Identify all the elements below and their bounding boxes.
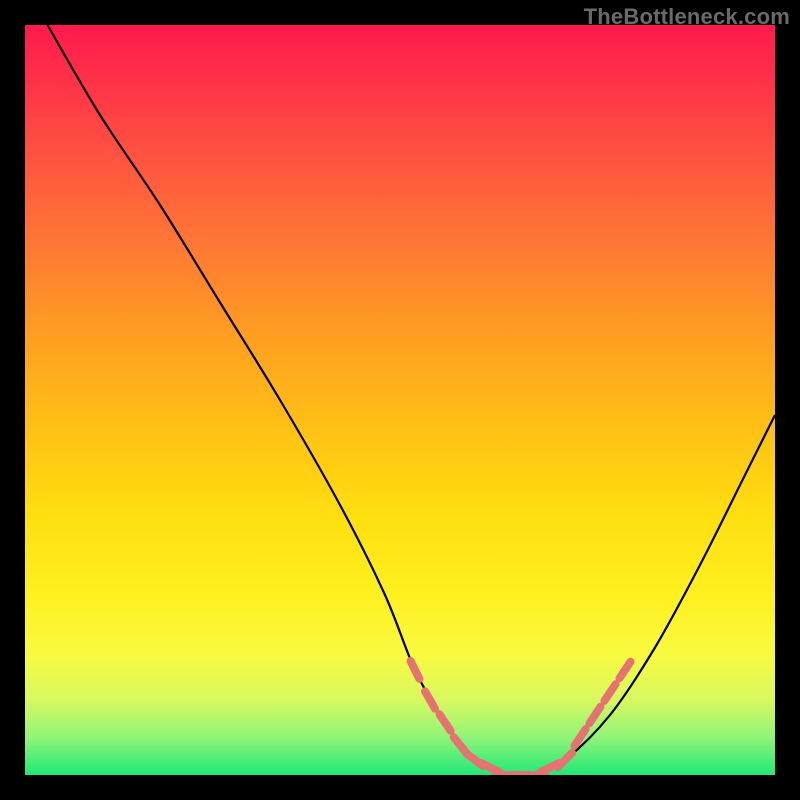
watermark-text: TheBottleneck.com <box>584 4 790 30</box>
highlight-dash <box>558 753 572 767</box>
plot-area <box>25 25 775 775</box>
highlight-dash <box>454 737 466 753</box>
highlight-markers <box>411 661 631 775</box>
highlight-dash <box>589 707 600 724</box>
highlight-dash <box>411 661 420 679</box>
highlight-dash <box>439 714 450 731</box>
highlight-dash <box>425 691 435 708</box>
curve-svg <box>25 25 775 775</box>
highlight-dash <box>619 662 630 679</box>
chart-frame: TheBottleneck.com <box>0 0 800 800</box>
highlight-dash <box>604 684 615 701</box>
